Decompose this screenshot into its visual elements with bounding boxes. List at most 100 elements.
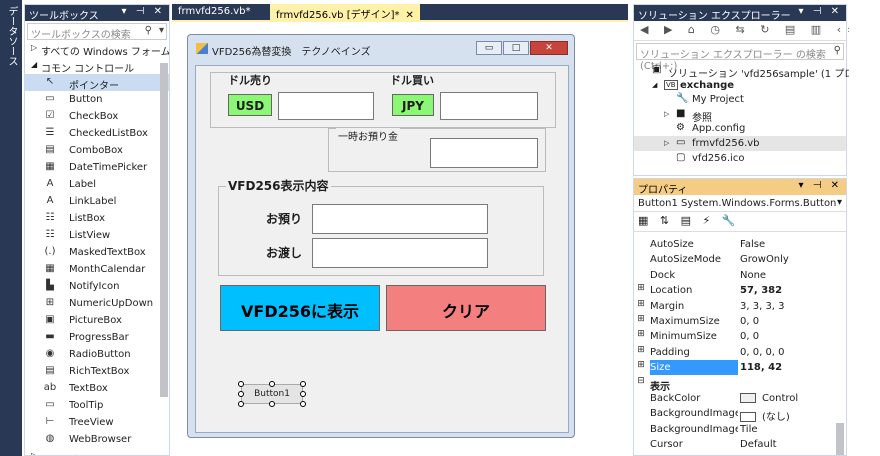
expand-arrow-icon[interactable]: ◢ [652,81,657,89]
resize-handle-sw[interactable] [238,401,244,407]
search-icon[interactable]: ⚲ [834,45,841,56]
resize-handle-nw[interactable] [238,381,244,387]
show-on-vfd-button[interactable]: VFD256に表示 [220,285,380,331]
change-textbox[interactable] [312,238,488,268]
form-client-area[interactable]: ドル売り ドル買い USD JPY 一時お預り金 VFD256表示内容 お預り … [195,65,569,433]
property-row[interactable]: ⊞ MinimumSize 0, 0 [634,329,838,344]
properties-object-selector[interactable]: Button1 System.Windows.Forms.Button ▾ [634,195,846,212]
expand-toggle-icon[interactable]: ⊞ [634,283,648,298]
expand-toggle-icon[interactable]: ⊞ [634,345,648,360]
properties-scrollbar[interactable] [836,423,844,455]
solution-tree-item[interactable]: ◢ VB exchange [634,78,846,93]
toolbox-item[interactable]: ◉ RadioButton [25,346,169,363]
property-row[interactable]: ⊞ Margin 3, 3, 3, 3 [634,299,838,314]
expand-toggle-icon[interactable]: ⊟ [634,376,648,391]
toolbox-section-all[interactable]: ▷ すべての Windows フォーム [25,40,169,57]
toolbox-search-input[interactable]: ツールボックスの検索 ⚲ ▾ [27,23,167,41]
toolbox-window-controls[interactable]: ▾ ⊣ ✕ [122,6,165,17]
toolbox-section-common[interactable]: ◢ コモン コントロール [25,57,169,74]
received-textbox[interactable] [312,204,488,234]
property-row[interactable]: ⊞ Size 118, 42 [634,360,838,376]
toolbox-item[interactable]: A LinkLabel [25,193,169,210]
solution-tree-item[interactable]: ▣ ソリューション 'vfd256sample' (1 プロジェクト) [634,63,880,80]
property-row[interactable]: ⊟ 表示 [634,376,838,393]
toolbox-item[interactable]: ☷ ListBox [25,210,169,227]
toolbox-item[interactable]: (.) MaskedTextBox [25,244,169,261]
usd-textbox[interactable] [278,92,374,120]
toolbox-item[interactable]: A Label [25,176,169,193]
expand-arrow-icon[interactable]: ▷ [31,451,37,455]
resize-handle-w[interactable] [238,391,244,397]
expand-toggle-icon[interactable]: ⊞ [634,314,648,329]
expand-toggle-icon[interactable]: ⊞ [634,299,648,314]
toolbox-item[interactable]: ▭ Button [25,91,169,108]
resize-handle-s[interactable] [269,401,275,407]
expand-toggle-icon[interactable] [634,391,648,406]
toolbox-item[interactable]: ab TextBox [25,380,169,397]
property-value[interactable]: None [740,270,766,281]
jpy-textbox[interactable] [440,92,538,120]
tab-frmvfd256-code[interactable]: frmvfd256.vb* [172,4,257,20]
property-row[interactable]: BackgroundImage (なし) [634,406,838,423]
expand-toggle-icon[interactable] [634,237,648,252]
property-value[interactable]: Tile [740,424,758,435]
toolbox-section-container[interactable]: ▷ コンテナー [25,448,169,455]
property-row[interactable]: Cursor Default [634,437,838,452]
solution-tree-item[interactable]: ▷ ■ 参照 [634,107,846,124]
expand-toggle-icon[interactable]: ⊞ [634,360,648,375]
resize-handle-e[interactable] [300,391,306,397]
toolbox-item[interactable]: ▤ RichTextBox [25,363,169,380]
minimize-icon[interactable]: ▭ [476,41,502,55]
expand-toggle-icon[interactable] [634,252,648,267]
resize-handle-n[interactable] [269,381,275,387]
property-value[interactable]: 3, 3, 3, 3 [740,301,785,312]
property-value[interactable]: 0, 0, 0, 0 [740,347,785,358]
data-sources-side-tab[interactable]: データソース [0,0,22,456]
properties-toolbar[interactable]: ▦ ⇅ ▤ ⚡ 🔧 [634,212,846,232]
property-row[interactable]: ⊞ MaximumSize 0, 0 [634,314,838,329]
toolbox-item[interactable]: ▙ NotifyIcon [25,278,169,295]
expand-arrow-icon[interactable]: ▷ [31,43,37,52]
property-row[interactable]: ⊞ Location 57, 382 [634,283,838,298]
designed-form[interactable]: VFD256為替変換 テクノベインズ ▭ □ ✕ ドル売り ドル買い USD J… [187,34,575,438]
property-row[interactable]: BackgroundImageLaTile [634,422,838,437]
toolbox-item[interactable]: ↖ ポインター [25,74,169,91]
toolbox-item[interactable]: ⊞ NumericUpDown [25,295,169,312]
property-value[interactable]: Default [740,439,777,450]
expand-toggle-icon[interactable] [634,437,648,452]
tab-frmvfd256-design[interactable]: frmvfd256.vb [デザイン]* ✕ [270,4,420,21]
resize-handle-ne[interactable] [300,381,306,387]
search-icon[interactable]: ⚲ [145,25,152,36]
chevron-down-icon[interactable]: ▾ [837,197,842,208]
property-row[interactable]: BackColor Control [634,391,838,406]
deposit-textbox[interactable] [430,138,538,168]
solution-explorer-toolbar[interactable]: ◀ ▶ ⌂ ◷ ⇆ ↻ ▤ ▥ ‹› [634,21,852,41]
expand-arrow-icon[interactable]: ▷ [664,139,669,147]
chevron-down-icon[interactable]: ▾ [159,25,164,36]
toolbox-item[interactable]: ☰ CheckedListBox [25,125,169,142]
property-row[interactable]: Dock None [634,268,838,283]
toolbox-item[interactable]: ◍ WebBrowser [25,431,169,448]
property-value[interactable]: False [740,239,765,250]
toolbox-item[interactable]: ▬ ProgressBar [25,329,169,346]
properties-window-controls[interactable]: ▾ ⊣ ✕ [799,180,842,191]
solution-explorer-window-controls[interactable]: ▾ ⊣ ✕ [799,6,842,17]
property-row[interactable]: ⊞ Padding 0, 0, 0, 0 [634,345,838,360]
toolbox-item[interactable]: ▦ MonthCalendar [25,261,169,278]
expand-toggle-icon[interactable]: ⊞ [634,329,648,344]
solution-tree-item[interactable]: ▷ ▭ frmvfd256.vb [634,136,846,151]
solution-tree-item[interactable]: ⚙ App.config [634,121,846,136]
close-icon[interactable]: ✕ [530,41,568,55]
expand-arrow-icon[interactable]: ◢ [31,60,37,69]
maximize-icon[interactable]: □ [503,41,529,55]
solution-explorer-search-input[interactable]: ソリューション エクスプローラー の検索 (Ctrl+;) ⚲ [636,43,844,72]
toolbox-item[interactable]: ☑ CheckBox [25,108,169,125]
solution-tree-item[interactable]: 🔧 My Project [634,92,846,107]
clear-button[interactable]: クリア [386,285,546,331]
expand-toggle-icon[interactable] [634,268,648,283]
property-row[interactable]: AutoSize False [634,237,838,252]
property-value[interactable]: 57, 382 [740,285,782,296]
toolbox-item[interactable]: ▦ DateTimePicker [25,159,169,176]
toolbox-item[interactable]: ▣ PictureBox [25,312,169,329]
property-value[interactable]: 0, 0 [740,316,759,327]
